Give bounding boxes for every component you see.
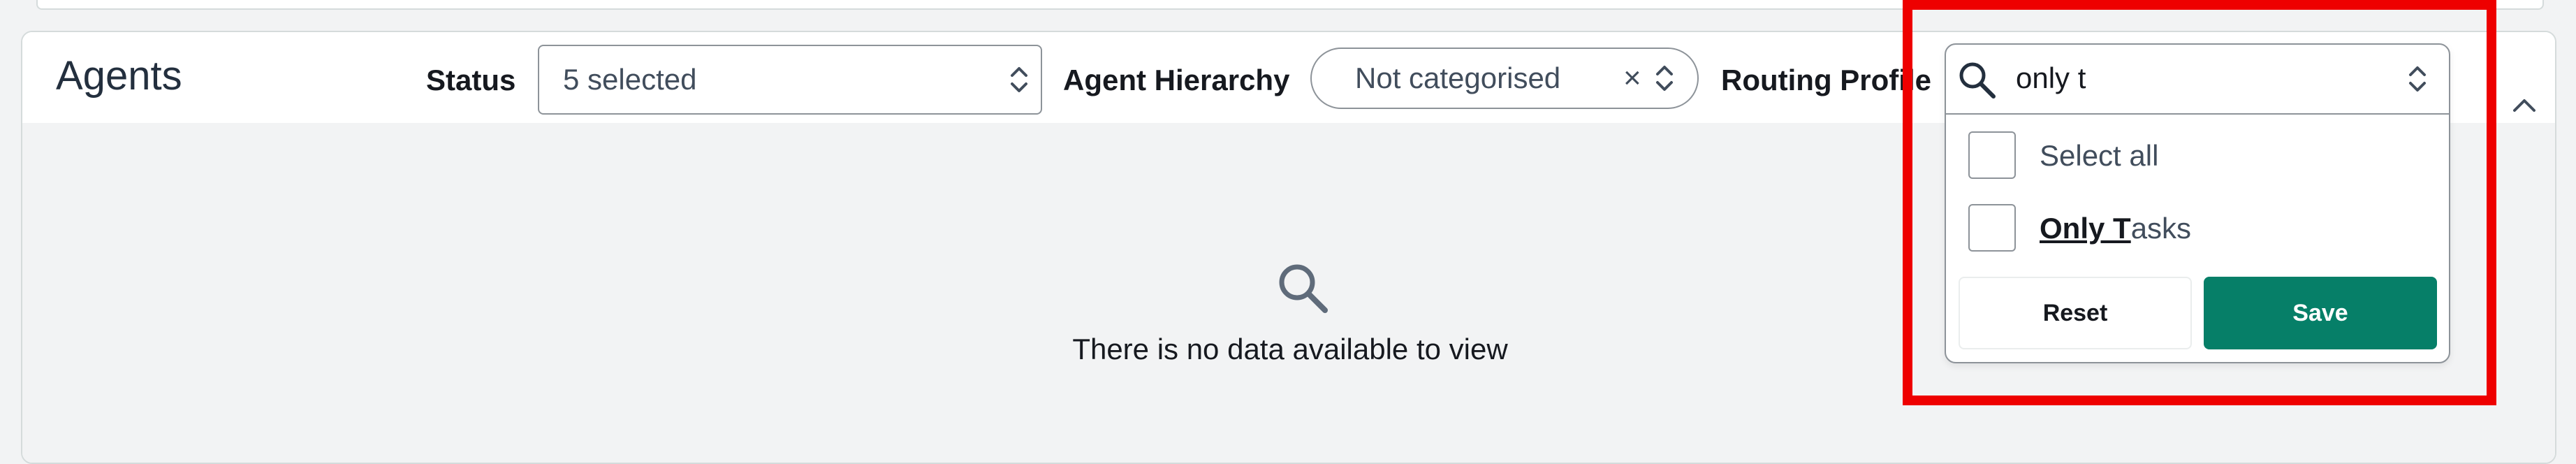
agent-hierarchy-select[interactable]: Not categorised × bbox=[1310, 48, 1699, 109]
routing-profile-label: Routing Profile bbox=[1721, 64, 1931, 96]
status-label: Status bbox=[426, 64, 516, 96]
reset-button[interactable]: Reset bbox=[1959, 277, 2192, 349]
dropdown-search bbox=[1946, 45, 2449, 115]
previous-panel-edge bbox=[36, 0, 2544, 10]
search-icon bbox=[1959, 62, 1996, 99]
status-select[interactable]: 5 selected bbox=[538, 45, 1042, 115]
agent-hierarchy-value: Not categorised bbox=[1355, 61, 1561, 94]
panel-title: Agents bbox=[56, 53, 182, 99]
routing-profile-search-input[interactable] bbox=[2016, 57, 2351, 99]
save-button[interactable]: Save bbox=[2204, 277, 2437, 349]
search-match-highlight: Only T bbox=[2040, 212, 2131, 245]
status-select-value: 5 selected bbox=[563, 63, 697, 96]
updown-chevron-icon bbox=[1011, 67, 1027, 92]
only-tasks-checkbox[interactable] bbox=[1968, 204, 2016, 252]
only-tasks-label[interactable]: Only Tasks bbox=[2040, 214, 2191, 243]
updown-chevron-icon[interactable] bbox=[2407, 62, 2428, 96]
select-all-checkbox[interactable] bbox=[1968, 131, 2016, 179]
routing-profile-dropdown: Select all Only Tasks Reset Save bbox=[1945, 43, 2450, 363]
search-icon bbox=[1279, 264, 1328, 313]
option-label-rest: asks bbox=[2130, 212, 2192, 245]
agent-hierarchy-label: Agent Hierarchy bbox=[1063, 64, 1290, 96]
select-all-label[interactable]: Select all bbox=[2040, 141, 2158, 171]
chevron-up-icon[interactable] bbox=[2510, 94, 2538, 115]
clear-icon[interactable]: × bbox=[1623, 61, 1641, 96]
updown-chevron-icon bbox=[1656, 66, 1673, 91]
